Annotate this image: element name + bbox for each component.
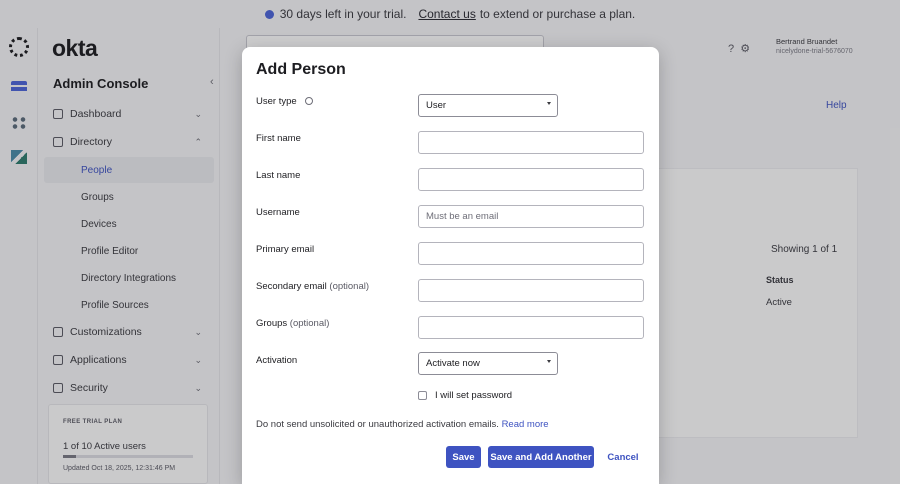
primary-email-field[interactable] <box>418 242 644 265</box>
last-name-field[interactable] <box>418 168 644 191</box>
username-label: Username <box>256 207 300 218</box>
activation-label: Activation <box>256 355 298 366</box>
username-field[interactable] <box>418 205 644 228</box>
user-type-value: User <box>426 100 447 111</box>
disclaimer-text: Do not send unsolicited or unauthorized … <box>256 419 499 430</box>
first-name-field[interactable] <box>418 131 644 154</box>
user-type-select[interactable]: User <box>418 94 558 117</box>
user-type-label-text: User type <box>256 96 297 107</box>
last-name-label: Last name <box>256 170 301 181</box>
optional-hint: (optional) <box>329 281 370 292</box>
activation-select[interactable]: Activate now <box>418 352 558 375</box>
secondary-email-label-text: Secondary email <box>256 281 327 292</box>
help-icon[interactable] <box>305 97 314 105</box>
secondary-email-field[interactable] <box>418 279 644 302</box>
activation-disclaimer: Do not send unsolicited or unauthorized … <box>256 419 549 430</box>
save-button[interactable]: Save <box>446 446 481 468</box>
set-password-label: I will set password <box>435 390 513 401</box>
add-person-modal: Add Person User type User First name Las… <box>242 47 659 484</box>
read-more-link[interactable]: Read more <box>502 419 549 430</box>
user-type-label: User type <box>256 96 314 107</box>
optional-hint: (optional) <box>289 318 330 329</box>
caret-down-icon <box>547 360 551 363</box>
groups-label-text: Groups <box>256 318 288 329</box>
cancel-button[interactable]: Cancel <box>602 446 644 468</box>
groups-label: Groups (optional) <box>256 318 329 329</box>
modal-title: Add Person <box>256 61 346 78</box>
save-and-add-another-button[interactable]: Save and Add Another <box>488 446 594 468</box>
first-name-label: First name <box>256 133 301 144</box>
activation-value: Activate now <box>426 358 480 369</box>
secondary-email-label: Secondary email (optional) <box>256 281 369 292</box>
set-password-checkbox[interactable] <box>418 391 427 400</box>
primary-email-label: Primary email <box>256 244 315 255</box>
caret-down-icon <box>547 102 551 105</box>
groups-field[interactable] <box>418 316 644 339</box>
